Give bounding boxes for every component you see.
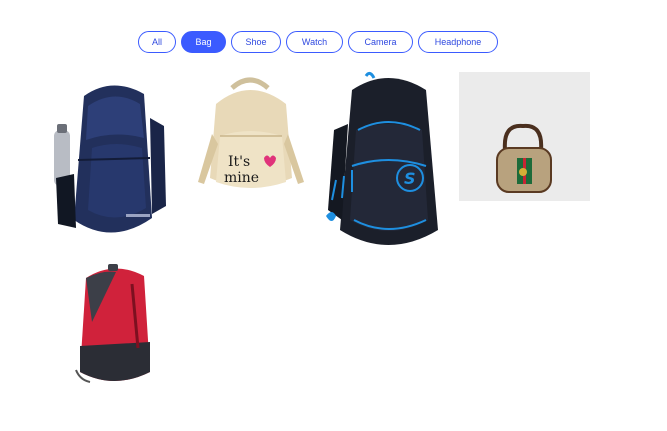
product-handbag[interactable] [459, 72, 590, 201]
filter-headphone-button[interactable]: Headphone [418, 31, 498, 53]
red-backpack-image [75, 264, 150, 383]
filter-shoe-button[interactable]: Shoe [231, 31, 281, 53]
filter-all-button[interactable]: All [138, 31, 176, 53]
filter-watch-button[interactable]: Watch [286, 31, 343, 53]
bag-print-line1: It's [228, 154, 250, 170]
bag-print-line2: mine [224, 170, 259, 186]
product-red-backpack[interactable] [72, 262, 156, 386]
black-backpack-image: S [326, 71, 438, 245]
navy-backpack-image [54, 85, 166, 233]
handbag-image [496, 123, 552, 193]
product-navy-backpack[interactable] [52, 78, 174, 244]
product-cream-mini-backpack[interactable]: It's mine [190, 74, 310, 196]
brand-logo: S [404, 169, 416, 188]
filter-camera-button[interactable]: Camera [348, 31, 413, 53]
filter-bag-button[interactable]: Bag [181, 31, 226, 53]
cream-backpack-image: It's mine [198, 77, 304, 188]
product-black-blue-backpack[interactable]: S [322, 70, 454, 254]
